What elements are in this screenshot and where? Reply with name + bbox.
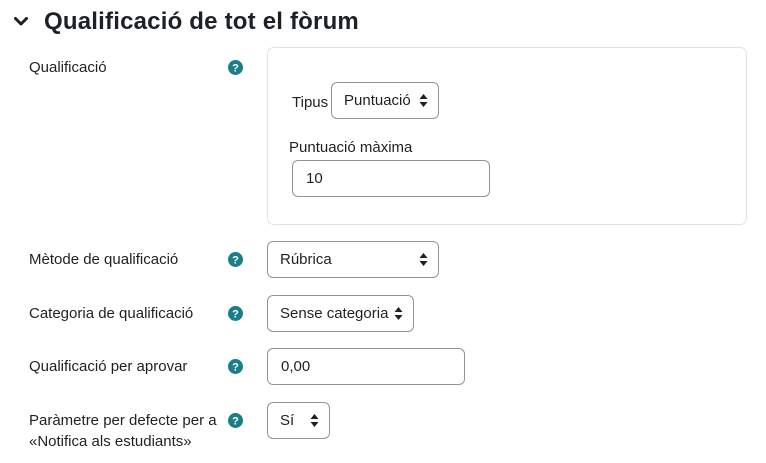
category-select[interactable]: Sense categoria [267,295,414,332]
max-grade-value: 10 [306,170,323,187]
max-grade-label: Puntuació màxima [289,139,413,156]
notify-select-value: Sí [280,412,295,429]
svg-text:?: ? [232,255,239,267]
select-caret-icon [310,414,319,427]
pass-grade-label: Qualificació per aprovar [29,358,188,375]
notify-label-line1: Paràmetre per defecte per a [29,412,217,429]
help-icon[interactable]: ? [228,413,243,428]
svg-text:?: ? [232,362,239,374]
method-select[interactable]: Rúbrica [267,241,439,278]
grade-label: Qualificació [29,59,107,76]
category-select-value: Sense categoria [280,305,389,322]
select-caret-icon [419,253,428,266]
method-select-value: Rúbrica [280,251,332,268]
help-icon[interactable]: ? [228,252,243,267]
chevron-down-icon[interactable] [10,11,32,33]
help-icon[interactable]: ? [228,60,243,75]
type-select-value: Puntuació [344,92,411,109]
section-header[interactable]: Qualificació de tot el fòrum [10,8,359,36]
select-caret-icon [419,94,428,107]
method-label: Mètode de qualificació [29,251,179,268]
select-caret-icon [394,307,403,320]
pass-grade-input[interactable]: 0,00 [267,348,465,385]
help-icon[interactable]: ? [228,306,243,321]
notify-label-line2: «Notifica als estudiants» [29,433,192,450]
help-icon[interactable]: ? [228,359,243,374]
svg-text:?: ? [232,309,239,321]
type-select[interactable]: Puntuació [331,82,439,119]
notify-select[interactable]: Sí [267,402,330,439]
max-grade-input[interactable]: 10 [292,160,490,197]
section-title: Qualificació de tot el fòrum [44,8,359,35]
type-label: Tipus [292,94,329,111]
svg-text:?: ? [232,63,239,75]
svg-text:?: ? [232,416,239,428]
pass-grade-value: 0,00 [281,358,311,375]
grade-fieldset [267,47,747,225]
category-label: Categoria de qualificació [29,305,194,322]
